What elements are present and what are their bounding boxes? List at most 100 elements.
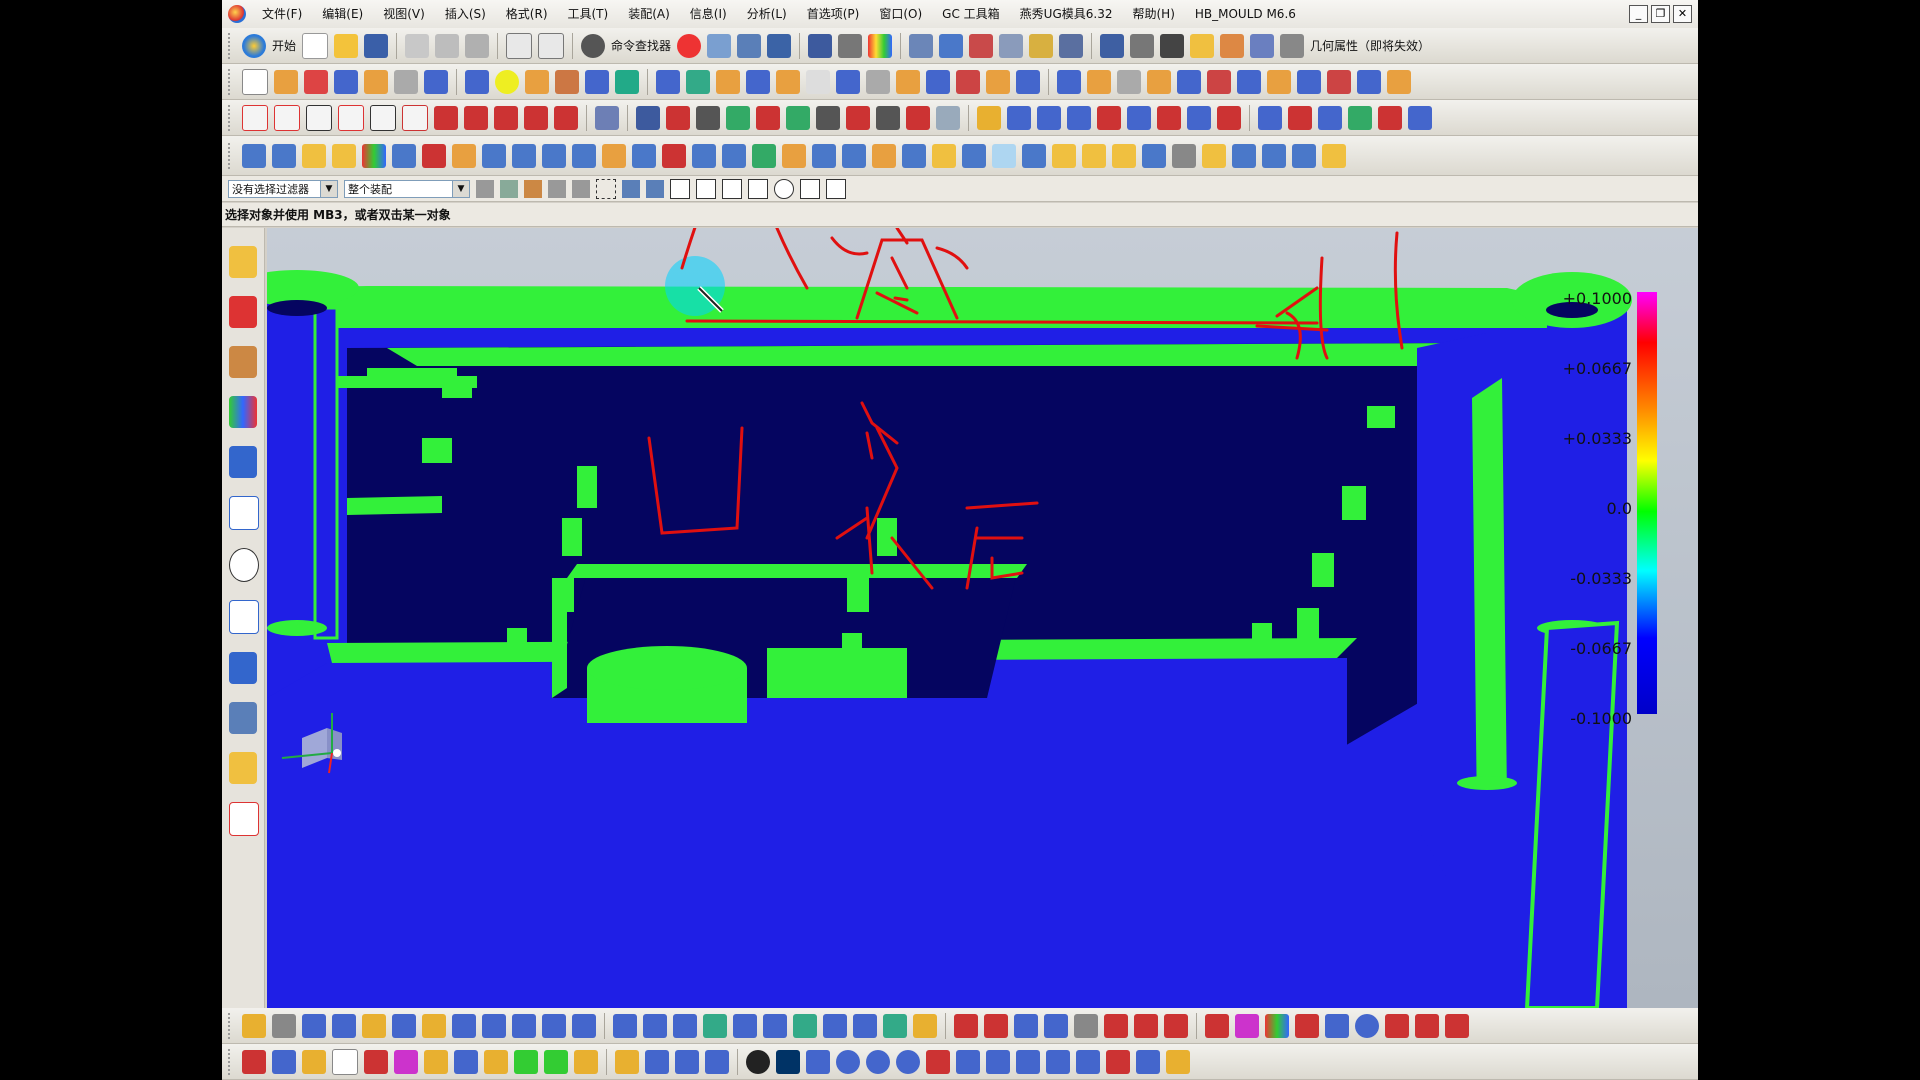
layout-icon[interactable] — [737, 33, 762, 58]
menu-item-help[interactable]: 帮助(H) — [1122, 0, 1184, 28]
color-table-icon[interactable] — [362, 143, 386, 168]
menu-item-preferences[interactable]: 首选项(P) — [797, 0, 870, 28]
eye-bolt-icon[interactable] — [823, 1013, 847, 1038]
sketch-plane-icon[interactable] — [242, 68, 268, 95]
orbit-icon[interactable] — [866, 1049, 890, 1074]
mold-helper-34-icon[interactable] — [1292, 143, 1316, 168]
mold-helper-16-icon[interactable] — [722, 143, 746, 168]
slot-icon[interactable] — [555, 69, 579, 94]
sprue-icon[interactable] — [272, 1013, 296, 1038]
menu-item-information[interactable]: 信息(I) — [680, 0, 737, 28]
green-tool-icon[interactable] — [514, 1049, 538, 1074]
palette-icon[interactable] — [229, 752, 257, 784]
standoff-icon[interactable] — [986, 1049, 1010, 1074]
block-icon[interactable] — [334, 69, 358, 94]
mold-helper-1-icon[interactable] — [242, 143, 266, 168]
mold-helper-31-icon[interactable] — [1202, 143, 1226, 168]
standard-part-icon[interactable] — [906, 105, 930, 130]
select-component-icon[interactable] — [646, 179, 664, 198]
part-navigator-icon[interactable] — [229, 346, 257, 378]
mold-helper-14-icon[interactable] — [662, 143, 686, 168]
bushing-icon[interactable] — [452, 1013, 476, 1038]
filter-reset-icon[interactable] — [476, 179, 494, 198]
restore-button[interactable]: ❐ — [1651, 5, 1670, 23]
menu-item-yanxiu-mold[interactable]: 燕秀UG模具6.32 — [1010, 0, 1123, 28]
cursor-icon[interactable] — [767, 33, 792, 58]
new-file-icon[interactable] — [302, 32, 329, 59]
distance-icon[interactable] — [1100, 33, 1125, 58]
unused-parts-icon[interactable] — [1378, 105, 1402, 130]
stack-icon[interactable] — [1046, 1049, 1070, 1074]
bolt-icon[interactable] — [613, 1013, 637, 1038]
lock-block-icon[interactable] — [853, 1013, 877, 1038]
locate-ring-icon[interactable] — [392, 1013, 416, 1038]
stop-pin-icon[interactable] — [482, 1013, 506, 1038]
sync-delete-icon[interactable] — [1177, 69, 1201, 94]
shell-icon[interactable] — [866, 69, 890, 94]
dowel-icon[interactable] — [643, 1013, 667, 1038]
sync-move-icon[interactable] — [1057, 69, 1081, 94]
gear-group-icon[interactable] — [675, 1049, 699, 1074]
mold-helper-13-icon[interactable] — [632, 143, 656, 168]
connector-icon[interactable] — [733, 1013, 757, 1038]
pad-icon[interactable] — [465, 69, 489, 94]
pink-shape-icon[interactable] — [394, 1049, 418, 1074]
sub-insert-icon[interactable] — [1037, 105, 1061, 130]
reuse-library-icon[interactable] — [229, 396, 257, 428]
line-icon[interactable] — [242, 104, 268, 131]
type-filter-select[interactable]: 没有选择过滤器 ▼ — [228, 179, 338, 198]
mold-helper-21-icon[interactable] — [872, 143, 896, 168]
sync-resize-icon[interactable] — [1207, 69, 1231, 94]
history-icon[interactable] — [229, 446, 257, 478]
help-icon[interactable] — [926, 1049, 950, 1074]
menu-item-format[interactable]: 格式(R) — [496, 0, 558, 28]
intersect-icon[interactable] — [716, 69, 740, 94]
page-icon[interactable] — [332, 1048, 358, 1075]
copy-component-icon[interactable] — [1044, 1013, 1068, 1038]
pattern-icon[interactable] — [986, 69, 1010, 94]
mold-helper-10-icon[interactable] — [542, 143, 566, 168]
snap-endpoint-icon[interactable] — [670, 178, 690, 199]
select-all-icon[interactable] — [500, 179, 518, 198]
puller-icon[interactable] — [572, 1013, 596, 1038]
mirror-icon[interactable] — [956, 69, 980, 94]
trim-body-icon[interactable] — [746, 69, 770, 94]
toolbar-grip[interactable] — [228, 32, 234, 59]
web-browser-icon[interactable] — [229, 496, 259, 530]
open-folder-icon[interactable] — [334, 33, 359, 58]
sync-replace-icon[interactable] — [1147, 69, 1171, 94]
capsule-icon[interactable] — [1166, 1049, 1190, 1074]
menu-item-tools[interactable]: 工具(T) — [558, 0, 619, 28]
extrude-icon[interactable] — [274, 69, 298, 94]
view-manager-icon[interactable] — [1348, 105, 1372, 130]
hatch-icon[interactable] — [1385, 1013, 1409, 1038]
people-icon[interactable] — [645, 1049, 669, 1074]
chevron-down-icon[interactable]: ▼ — [320, 180, 337, 197]
menu-item-assembly[interactable]: 装配(A) — [618, 0, 680, 28]
render-icon[interactable] — [868, 33, 893, 58]
sync-offset-icon[interactable] — [1117, 69, 1141, 94]
clamp-icon[interactable] — [1076, 1049, 1100, 1074]
sync-mirror-icon[interactable] — [1267, 69, 1291, 94]
orient-icon[interactable] — [939, 33, 964, 58]
mold-csys-icon[interactable] — [696, 105, 720, 130]
sync-paste-icon[interactable] — [1327, 69, 1351, 94]
refresh-icon[interactable] — [677, 33, 702, 58]
spring-icon[interactable] — [362, 1013, 386, 1038]
return-pin-icon[interactable] — [512, 1013, 536, 1038]
mold-helper-24-icon[interactable] — [962, 143, 986, 168]
snap-icon[interactable] — [808, 33, 833, 58]
mold-base-icon[interactable] — [876, 105, 900, 130]
close-button[interactable]: ✕ — [1673, 5, 1692, 23]
mold-helper-11-icon[interactable] — [572, 143, 596, 168]
mold-helper-19-icon[interactable] — [812, 143, 836, 168]
redo-icon[interactable] — [538, 32, 565, 59]
replace-component-icon[interactable] — [1164, 1013, 1188, 1038]
roles-icon[interactable] — [229, 652, 257, 684]
hole-table-icon[interactable] — [1318, 105, 1342, 130]
copy-icon[interactable] — [435, 33, 460, 58]
sphere-view-icon[interactable] — [896, 1049, 920, 1074]
parting-lock-icon[interactable] — [542, 1013, 566, 1038]
select-edge-icon[interactable] — [572, 179, 590, 198]
shade-icon[interactable] — [838, 33, 863, 58]
